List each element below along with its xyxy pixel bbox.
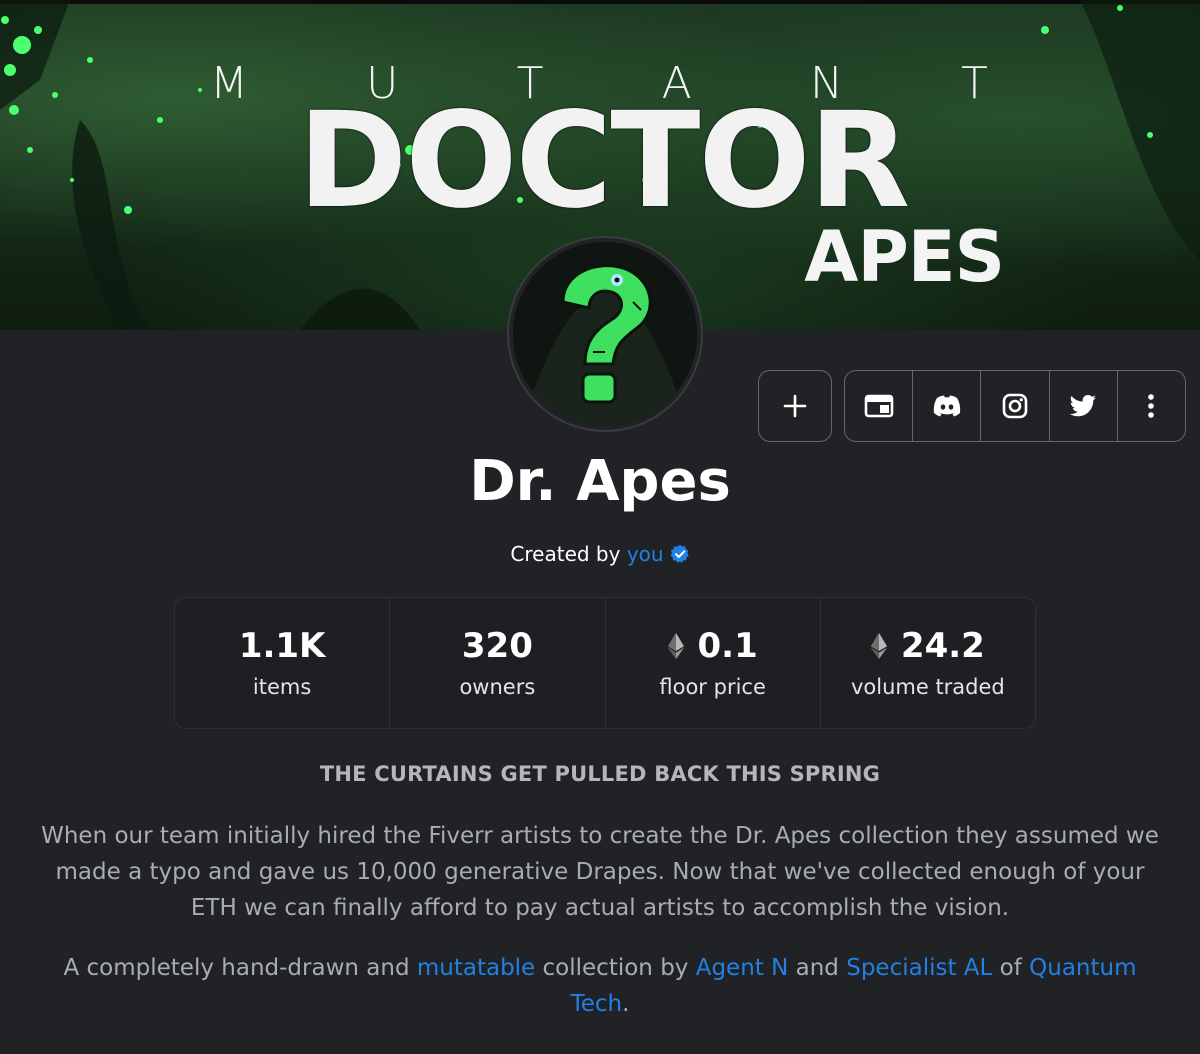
ethereum-icon xyxy=(870,633,887,659)
add-to-watchlist-button[interactable] xyxy=(758,370,832,442)
website-icon xyxy=(864,394,893,418)
created-by-label: Created by xyxy=(510,542,621,566)
more-options-button[interactable] xyxy=(1116,371,1185,441)
instagram-icon xyxy=(1002,393,1028,419)
credits-text: collection by xyxy=(535,955,696,981)
credits-text: and xyxy=(788,955,847,981)
discord-icon xyxy=(933,395,960,417)
stat-items-value: 1.1K xyxy=(238,626,326,666)
stat-floor-price[interactable]: 0.1 floor price xyxy=(604,598,820,728)
ethereum-icon xyxy=(667,633,684,659)
description-credits-paragraph: A completely hand-drawn and mutatable co… xyxy=(40,950,1160,1022)
stat-value: 0.1 xyxy=(667,623,758,669)
collection-avatar xyxy=(509,238,701,430)
specialist-al-link[interactable]: Specialist AL xyxy=(846,955,992,981)
stat-value: 24.2 xyxy=(870,623,985,669)
mutatable-link[interactable]: mutatable xyxy=(417,955,535,981)
question-mark-ape-image xyxy=(513,242,697,426)
agent-n-link[interactable]: Agent N xyxy=(696,955,789,981)
stat-value: 1.1K xyxy=(239,623,326,669)
created-by-line: Created by you xyxy=(0,540,1200,568)
twitter-icon xyxy=(1069,395,1097,417)
verified-badge-icon xyxy=(670,544,689,563)
stat-volume-traded-value: 24.2 xyxy=(900,626,985,666)
discord-button[interactable] xyxy=(912,371,980,441)
credits-text: A completely hand-drawn and xyxy=(63,955,417,981)
stat-volume-traded[interactable]: 24.2 volume traded xyxy=(819,598,1035,728)
collection-title: Dr. Apes xyxy=(469,449,731,514)
more-vertical-icon xyxy=(1148,394,1155,418)
stat-items-label: items xyxy=(252,675,312,699)
collection-stats: 1.1K items 320 owners 0.1 floor price 24… xyxy=(174,597,1036,729)
banner-logo-apes: APES xyxy=(804,216,1005,298)
stat-floor-price-value: 0.1 xyxy=(697,626,758,666)
instagram-button[interactable] xyxy=(980,371,1048,441)
banner-logo-doctor: DOCTOR xyxy=(297,84,911,238)
twitter-button[interactable] xyxy=(1048,371,1117,441)
stat-items[interactable]: 1.1K items xyxy=(175,598,389,728)
credits-text: . xyxy=(622,991,630,1017)
stat-owners[interactable]: 320 owners xyxy=(389,598,604,728)
credits-text: of xyxy=(992,955,1030,981)
stat-floor-price-label: floor price xyxy=(659,675,766,699)
stat-volume-traded-label: volume traded xyxy=(850,675,1005,699)
stat-value: 320 xyxy=(462,623,533,669)
stat-owners-value: 320 xyxy=(461,626,533,666)
description-paragraph: When our team initially hired the Fiverr… xyxy=(41,823,1159,921)
description-headline: THE CURTAINS GET PULLED BACK THIS SPRING xyxy=(319,762,881,786)
creator-link[interactable]: you xyxy=(627,542,664,566)
website-button[interactable] xyxy=(845,371,912,441)
social-links-group xyxy=(844,370,1186,442)
stat-owners-label: owners xyxy=(459,675,536,699)
plus-icon xyxy=(783,394,807,418)
